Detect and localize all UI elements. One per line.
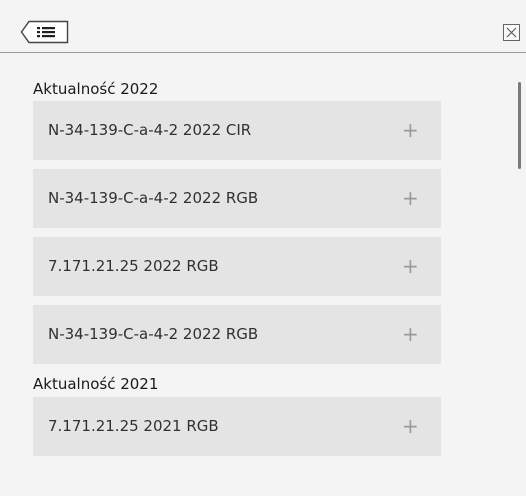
add-icon[interactable]: + [402, 256, 419, 276]
add-icon[interactable]: + [402, 416, 419, 436]
layer-item[interactable]: 7.171.21.25 2021 RGB + [33, 397, 441, 456]
layer-item-label: 7.171.21.25 2022 RGB [48, 257, 219, 275]
close-button[interactable] [503, 24, 520, 41]
scrollbar-thumb[interactable] [518, 82, 521, 169]
add-icon[interactable]: + [402, 120, 419, 140]
layers-list[interactable]: Aktualność 2022 N-34-139-C-a-4-2 2022 CI… [0, 53, 526, 496]
section-title: Aktualność 2022 [33, 80, 159, 98]
list-back-icon [20, 20, 69, 44]
section-title: Aktualność 2021 [33, 375, 159, 393]
layer-item[interactable]: N-34-139-C-a-4-2 2022 RGB + [33, 169, 441, 228]
layer-item-label: N-34-139-C-a-4-2 2022 RGB [48, 325, 259, 343]
layer-item[interactable]: 7.171.21.25 2022 RGB + [33, 237, 441, 296]
layers-panel: Aktualność 2022 N-34-139-C-a-4-2 2022 CI… [0, 0, 526, 496]
panel-header [0, 0, 526, 53]
back-to-list-button[interactable] [20, 20, 70, 44]
close-icon [503, 24, 520, 41]
add-icon[interactable]: + [402, 324, 419, 344]
layer-item-label: N-34-139-C-a-4-2 2022 CIR [48, 121, 252, 139]
layer-item[interactable]: N-34-139-C-a-4-2 2022 CIR + [33, 101, 441, 160]
add-icon[interactable]: + [402, 188, 419, 208]
layer-item[interactable]: N-34-139-C-a-4-2 2022 RGB + [33, 305, 441, 364]
layer-item-label: 7.171.21.25 2021 RGB [48, 417, 219, 435]
layer-item-label: N-34-139-C-a-4-2 2022 RGB [48, 189, 259, 207]
